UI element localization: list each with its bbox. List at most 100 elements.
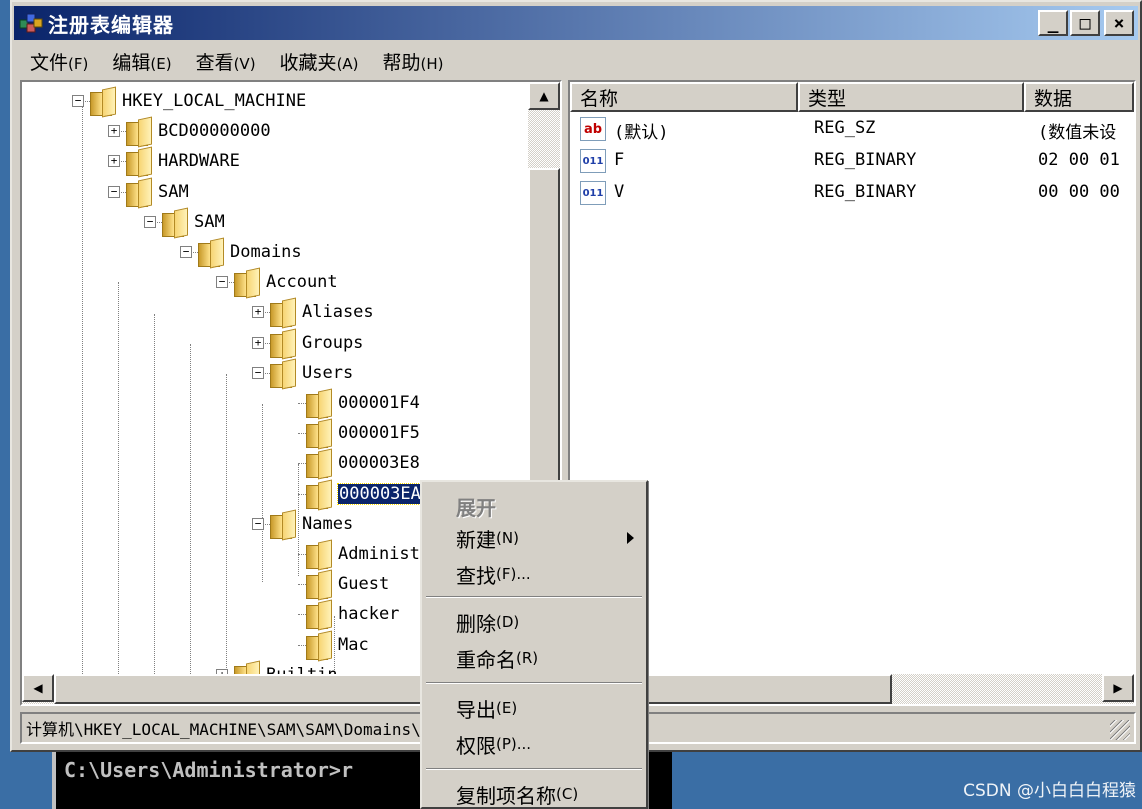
folder-icon (270, 360, 294, 388)
list-column-header: 名称 类型 数据 (570, 82, 1134, 112)
tree-node[interactable]: + Groups (252, 328, 363, 358)
ctx-find[interactable]: 查找 (F)... (456, 558, 531, 590)
menu-file[interactable]: 文件(F) (18, 48, 100, 75)
ctx-copy-key-name-label: 复制项名称 (456, 783, 556, 808)
list-row[interactable]: 011 F REG_BINARY 02 00 01 (576, 146, 1134, 176)
window-controls: _ □ × (1038, 10, 1134, 36)
scroll-up-button[interactable]: ▲ (528, 82, 560, 110)
tree-node[interactable]: + Aliases (252, 297, 374, 328)
tree-node[interactable]: Mac (288, 630, 369, 660)
collapse-minus-icon[interactable]: − (144, 215, 156, 228)
folder-icon (126, 118, 150, 147)
menu-favorites[interactable]: 收藏夹(A) (268, 48, 371, 75)
ctx-find-accel: (F)... (496, 565, 531, 583)
column-type-header[interactable]: 类型 (798, 82, 1024, 112)
tree-node[interactable]: hacker (288, 599, 399, 630)
list-row[interactable]: ab (默认) REG_SZ (数值未设 (576, 114, 1134, 144)
ctx-new-accel: (N) (496, 529, 519, 547)
scroll-right-button[interactable]: ▶ (1102, 674, 1134, 702)
tree-node[interactable]: 000001F4 (288, 388, 420, 418)
collapse-minus-icon[interactable]: − (252, 366, 264, 379)
tree-node-label: 000003EA (337, 482, 423, 505)
tree-node[interactable]: 000003EA (288, 479, 423, 509)
tree-node[interactable]: − HKEY_LOCAL_MACHINE (72, 86, 306, 116)
tree-node[interactable]: + BCD00000000 (108, 116, 271, 147)
tree-node[interactable]: − Users (252, 358, 353, 388)
tree-node-label: Users (302, 362, 354, 383)
tree-node-label: HKEY_LOCAL_MACHINE (122, 91, 307, 111)
tree-node[interactable]: − Names (252, 509, 353, 539)
ctx-expand-label: 展开 (456, 495, 496, 520)
folder-icon (306, 420, 330, 449)
ctx-permissions[interactable]: 权限 (P)... (456, 728, 531, 760)
folder-icon (234, 269, 258, 298)
menu-help[interactable]: 帮助(H) (371, 48, 456, 75)
expand-plus-icon[interactable]: + (252, 336, 264, 349)
menu-bar: 文件(F) 编辑(E) 查看(V) 收藏夹(A) 帮助(H) (18, 44, 456, 78)
ctx-rename[interactable]: 重命名 (R) (456, 642, 538, 674)
tree-node[interactable]: 000003E8 (288, 448, 420, 479)
tree-node-label: Mac (338, 634, 369, 655)
close-button[interactable]: × (1104, 10, 1134, 36)
ctx-find-label: 查找 (456, 563, 496, 588)
folder-icon (126, 179, 150, 207)
maximize-button[interactable]: □ (1070, 10, 1100, 36)
tree-node[interactable]: − Account (216, 267, 338, 298)
folder-icon (306, 632, 330, 660)
tree-hscroll-thumb[interactable] (54, 674, 474, 704)
folder-icon (306, 481, 330, 509)
tree-node[interactable]: + HARDWARE (108, 146, 240, 177)
ctx-export[interactable]: 导出 (E) (456, 692, 517, 724)
collapse-minus-icon[interactable]: − (180, 246, 192, 258)
tree-node-label: 000001F5 (338, 423, 420, 444)
collapse-minus-icon[interactable]: − (216, 276, 228, 289)
menu-edit[interactable]: 编辑(E) (100, 48, 183, 75)
folder-icon (270, 511, 294, 539)
tree-guide-line (82, 102, 83, 676)
ctx-copy-key-name[interactable]: 复制项名称 (C) (456, 778, 578, 809)
resize-grip[interactable] (1110, 720, 1130, 740)
scroll-left-button[interactable]: ◀ (22, 674, 54, 702)
collapse-minus-icon[interactable]: − (108, 185, 120, 198)
menu-view-accel: (V) (233, 54, 256, 73)
ctx-permissions-accel: (P)... (496, 735, 532, 753)
expand-plus-icon[interactable]: + (108, 125, 120, 138)
console-prompt: C:\Users\Administrator>r (64, 758, 353, 782)
list-row[interactable]: 011 V REG_BINARY 00 00 00 (576, 178, 1134, 208)
list-horizontal-scrollbar[interactable]: ▶ (570, 674, 1134, 704)
tree-node[interactable]: 000001F5 (288, 418, 420, 449)
folder-icon (306, 450, 330, 479)
tree-guide-line (262, 404, 263, 582)
tree-node[interactable]: − Domains (180, 237, 302, 267)
expand-plus-icon[interactable]: + (252, 306, 264, 319)
collapse-minus-icon[interactable]: − (72, 95, 84, 107)
folder-icon (306, 541, 330, 569)
tree-node-label: SAM (194, 211, 225, 232)
title-bar[interactable]: 注册表编辑器 _ □ × (14, 6, 1138, 40)
tree-node-label: Guest (338, 574, 390, 595)
menu-edit-accel: (E) (150, 54, 172, 73)
ctx-rename-accel: (R) (516, 649, 539, 667)
tree-node[interactable]: Guest (288, 569, 390, 600)
ctx-copy-key-name-accel: (C) (556, 785, 579, 803)
menu-view[interactable]: 查看(V) (184, 48, 268, 75)
tree-node-label: 000001F4 (338, 393, 420, 413)
value-data: 00 00 00 (1038, 182, 1120, 202)
tree-node[interactable]: − SAM (144, 207, 225, 237)
value-name: (默认) (614, 123, 669, 143)
minimize-button[interactable]: _ (1038, 10, 1068, 36)
collapse-minus-icon[interactable]: − (252, 517, 264, 530)
ctx-delete[interactable]: 删除 (D) (456, 606, 519, 638)
ctx-expand[interactable]: 展开 (456, 490, 496, 522)
column-data-header[interactable]: 数据 (1024, 82, 1134, 112)
menu-file-accel: (F) (68, 54, 89, 73)
tree-node[interactable]: − SAM (108, 177, 189, 207)
binary-value-icon: 011 (580, 149, 606, 173)
expand-plus-icon[interactable]: + (108, 155, 120, 168)
ctx-new[interactable]: 新建 (N) (456, 522, 519, 554)
column-name-header[interactable]: 名称 (570, 82, 798, 112)
